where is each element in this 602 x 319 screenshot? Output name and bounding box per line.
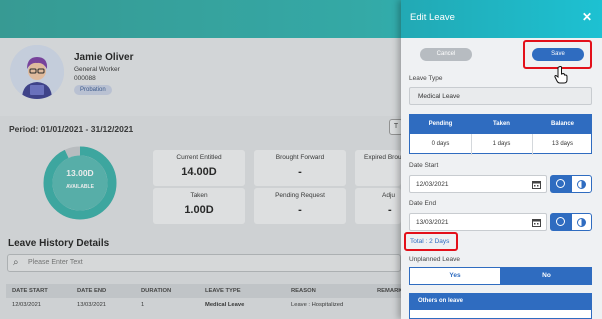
balance-header-balance: Balance <box>550 121 574 127</box>
leave-type-select[interactable]: Medical Leave <box>409 87 592 105</box>
cancel-button[interactable]: Cancel <box>420 48 472 61</box>
leave-balance-table: Pending Taken Balance 0 days 1 days 13 d… <box>409 114 592 155</box>
full-day-icon <box>556 217 565 226</box>
date-end-field[interactable]: 13/03/2021 <box>409 213 547 231</box>
close-icon[interactable]: ✕ <box>582 10 592 24</box>
date-start-label: Date Start <box>409 162 439 169</box>
total-highlight-box <box>404 232 458 251</box>
date-start-value: 12/03/2021 <box>416 181 449 188</box>
panel-header: Edit Leave ✕ <box>401 0 602 38</box>
leave-type-label: Leave Type <box>409 75 443 82</box>
date-end-value: 13/03/2021 <box>416 219 449 226</box>
balance-header-taken: Taken <box>493 121 510 127</box>
panel-title: Edit Leave <box>410 12 455 23</box>
balance-taken-value: 1 days <box>492 141 511 147</box>
date-end-label: Date End <box>409 200 437 207</box>
hand-cursor-icon <box>554 66 568 84</box>
others-on-leave-title: Others on leave <box>418 298 464 304</box>
others-on-leave-header: Others on leave <box>410 294 591 310</box>
full-day-icon <box>556 179 565 188</box>
calendar-icon[interactable] <box>532 180 541 189</box>
half-day-icon <box>577 180 586 189</box>
leave-type-value: Medical Leave <box>418 93 460 100</box>
balance-header-pending: Pending <box>428 121 453 127</box>
unplanned-no-button[interactable]: No <box>501 267 592 285</box>
balance-pending-value: 0 days <box>431 141 450 147</box>
half-day-icon <box>577 218 586 227</box>
unplanned-yes-button[interactable]: Yes <box>409 267 501 285</box>
date-end-period-toggle[interactable] <box>550 213 592 231</box>
date-start-field[interactable]: 12/03/2021 <box>409 175 547 193</box>
half-day-option[interactable] <box>571 175 592 193</box>
full-day-option[interactable] <box>550 213 571 231</box>
others-on-leave-panel: Others on leave <box>409 293 592 319</box>
calendar-icon[interactable] <box>532 218 541 227</box>
date-start-period-toggle[interactable] <box>550 175 592 193</box>
edit-leave-panel: Edit Leave ✕ Cancel Save Leave Type Medi… <box>401 0 602 319</box>
full-day-option[interactable] <box>550 175 571 193</box>
half-day-option[interactable] <box>571 213 592 231</box>
save-highlight-box <box>523 40 592 69</box>
unplanned-leave-label: Unplanned Leave <box>409 256 460 263</box>
balance-balance-value: 13 days <box>551 141 573 147</box>
